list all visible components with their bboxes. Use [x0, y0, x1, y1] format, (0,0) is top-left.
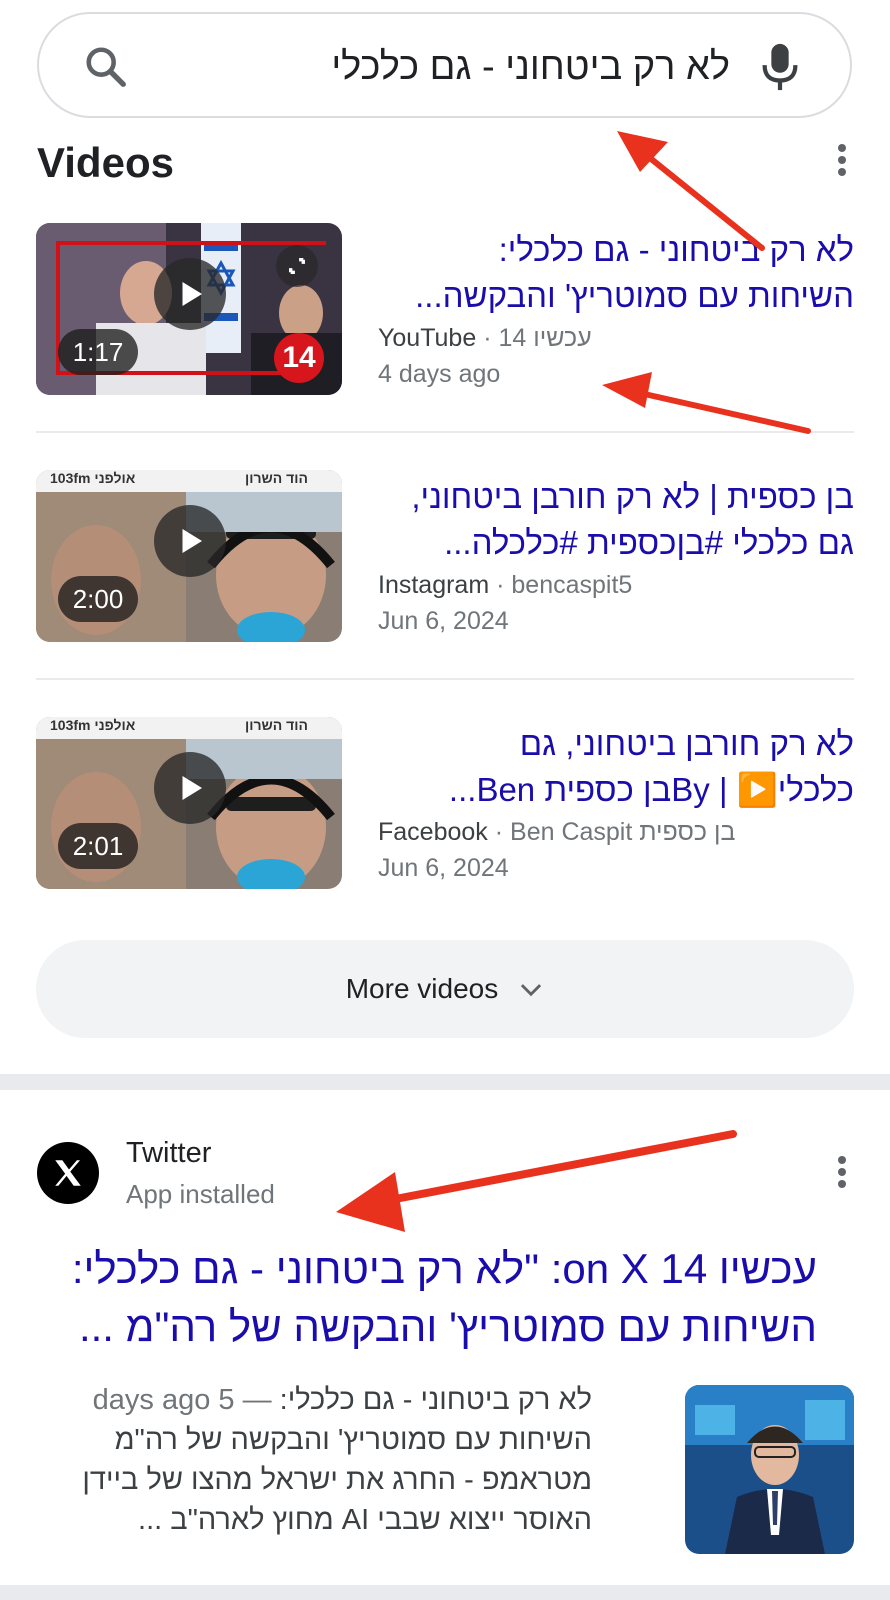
search-input[interactable]: לא רק ביטחוני - גם כלכלי: [159, 42, 730, 92]
result-site-name[interactable]: Twitter: [126, 1134, 211, 1172]
video-title-line[interactable]: לא רק ביטחוני - גם כלכלי:: [378, 227, 854, 273]
video-source: Facebook · Ben Caspit בן כספית: [378, 818, 736, 846]
snippet-line: השיחות עם סמוטריץ' והבקשה של רה"מ: [114, 1424, 592, 1456]
videos-heading: Videos: [37, 139, 174, 186]
result-thumbnail[interactable]: [685, 1385, 854, 1554]
video-title-line[interactable]: גם כלכלי #בןכספית #כלכלה...: [378, 520, 854, 566]
video-title-link[interactable]: לא רק חורבן ביטחוני, גם כלכלי▶️ | Byבן כ…: [378, 721, 854, 815]
video-duration: 2:01: [58, 823, 138, 869]
result-site-subtitle: App installed: [126, 1179, 275, 1209]
video-thumbnail[interactable]: 103fm אולפני הוד השרון 2:00: [36, 470, 342, 642]
search-icon[interactable]: [83, 44, 129, 90]
mic-icon[interactable]: [760, 42, 800, 92]
video-title-line[interactable]: כלכלי▶️ | Byבן כספית Ben...: [378, 767, 854, 813]
snippet-date-text: 5 days ago: [92, 1384, 235, 1416]
video-source: YouTube · עכשיו 14: [378, 324, 592, 352]
search-bar[interactable]: לא רק ביטחוני - גם כלכלי: [37, 12, 852, 118]
x-logo-icon[interactable]: [37, 1142, 99, 1204]
video-result[interactable]: 103fm אולפני הוד השרון 2:01 לא רק חורבן …: [36, 717, 854, 889]
video-platform: Facebook: [378, 818, 488, 846]
thumbnail-text: הוד השרון: [245, 717, 308, 733]
snippet-line: האוסר ייצוא שבבי AI מחוץ לארה"ב ...: [138, 1504, 592, 1536]
video-result[interactable]: 14 1:17 לא רק ביטחוני - גם כלכלי: השיחות…: [36, 223, 854, 395]
video-title-link[interactable]: לא רק ביטחוני - גם כלכלי: השיחות עם סמוט…: [378, 227, 854, 321]
snippet-line: לא רק ביטחוני - גם כלכלי: — 5 days ago: [37, 1380, 592, 1420]
chevron-down-icon: [521, 984, 542, 997]
snippet-text: לא רק ביטחוני - גם כלכלי:: [279, 1384, 592, 1416]
video-platform: YouTube: [378, 324, 477, 352]
result-title-link[interactable]: עכשיו 14 on X: "לא רק ביטחוני - גם כלכלי…: [37, 1240, 817, 1356]
play-button[interactable]: [154, 505, 226, 577]
video-date: Jun 6, 2024: [378, 607, 509, 635]
video-title-line[interactable]: לא רק חורבן ביטחוני, גם: [378, 721, 854, 767]
section-separator: [0, 1074, 890, 1090]
section-separator: [0, 1585, 890, 1600]
fullscreen-icon[interactable]: [276, 245, 318, 287]
video-result[interactable]: 103fm אולפני הוד השרון 2:00 בן כספית | ל…: [36, 470, 854, 642]
result-snippet: לא רק ביטחוני - גם כלכלי: — 5 days ago ה…: [37, 1380, 592, 1540]
thumbnail-text: 103fm אולפני: [50, 470, 136, 486]
more-videos-label: More videos: [345, 973, 499, 1004]
divider: [36, 678, 854, 680]
video-duration: 1:17: [58, 329, 138, 375]
thumbnail-text: הוד השרון: [245, 470, 308, 486]
video-channel: bencaspit5: [511, 571, 633, 599]
video-title-line[interactable]: בן כספית | לא רק חורבן ביטחוני,: [378, 474, 854, 520]
thumbnail-text: 103fm אולפני: [50, 717, 136, 733]
arrow-date-annotation: [637, 390, 811, 434]
video-source: Instagram · bencaspit5: [378, 571, 633, 599]
snippet-line: מטראמפ - החרג את ישראל מהצו של ביידן: [82, 1464, 592, 1496]
divider: [36, 431, 854, 433]
arrow-twitter-annotation: [381, 1130, 737, 1205]
result-title-line[interactable]: השיחות עם סמוטריץ' והבקשה של רה"מ ...: [37, 1298, 817, 1356]
videos-more-options-icon[interactable]: [832, 140, 852, 180]
video-thumbnail[interactable]: 103fm אולפני הוד השרון 2:01: [36, 717, 342, 889]
video-duration: 2:00: [58, 576, 138, 622]
channel-logo-badge: 14: [274, 333, 324, 383]
result-more-options-icon[interactable]: [832, 1152, 852, 1192]
play-button[interactable]: [154, 752, 226, 824]
video-channel: Ben Caspit בן כספית: [510, 818, 736, 846]
play-button[interactable]: [154, 258, 226, 330]
result-title-line[interactable]: עכשיו 14 on X: "לא רק ביטחוני - גם כלכלי…: [37, 1240, 817, 1298]
snippet-date: — 5 days ago: [92, 1384, 272, 1416]
play-icon: [182, 282, 202, 306]
video-title-link[interactable]: בן כספית | לא רק חורבן ביטחוני, גם כלכלי…: [378, 474, 854, 568]
video-platform: Instagram: [378, 571, 490, 599]
video-thumbnail[interactable]: 14 1:17: [36, 223, 342, 395]
play-icon: [182, 529, 202, 553]
play-icon: [182, 776, 202, 800]
more-videos-button[interactable]: More videos: [36, 940, 854, 1038]
video-date: 4 days ago: [378, 360, 501, 388]
video-title-line[interactable]: השיחות עם סמוטריץ' והבקשה...: [378, 273, 854, 319]
video-date: Jun 6, 2024: [378, 854, 509, 882]
video-channel: עכשיו 14: [498, 324, 592, 352]
